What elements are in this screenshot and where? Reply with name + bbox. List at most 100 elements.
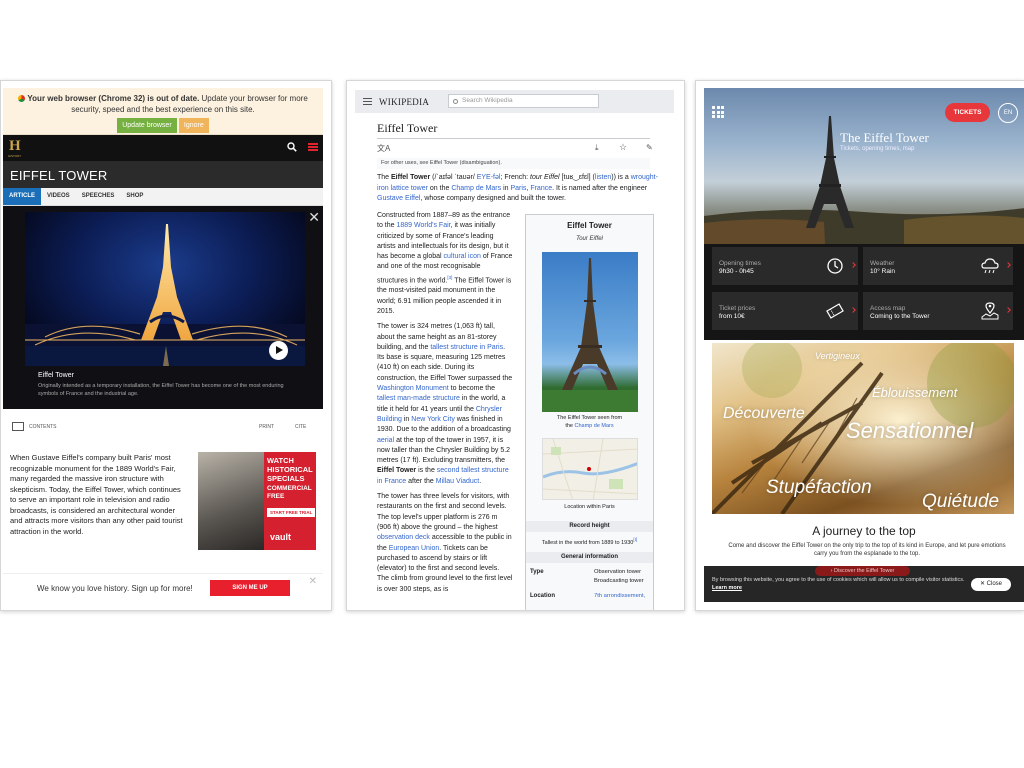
wikipedia-logo[interactable]: WIKIPEDIA xyxy=(379,97,429,107)
close-video-icon[interactable]: ✕ xyxy=(308,210,320,224)
contents-link[interactable]: CONTENTS xyxy=(29,424,57,430)
european-union-link[interactable]: European Union xyxy=(389,545,440,552)
chevron-right-icon xyxy=(850,307,856,313)
history-logo[interactable]: H HISTORY xyxy=(8,138,24,158)
vault-advertisement[interactable]: WATCH HISTORICAL SPECIALS COMMERCIAL FRE… xyxy=(198,452,316,550)
promo-word-decouverte: Découverte xyxy=(723,405,805,422)
ignore-button[interactable]: Ignore xyxy=(178,118,209,133)
tab-videos[interactable]: VIDEOS xyxy=(41,188,76,205)
cookie-text: By browsing this website, you agree to t… xyxy=(712,577,965,591)
watch-star-icon[interactable]: ☆ xyxy=(619,142,627,153)
eiffel-tower-photo[interactable] xyxy=(542,252,638,412)
official-site-panel: TICKETS EN The Eiffel Tower Tickets, ope… xyxy=(695,80,1024,611)
article-tabs: ARTICLE VIDEOS SPEECHES SHOP xyxy=(3,188,323,206)
infobox-value-location[interactable]: 7th arrondissement, xyxy=(594,592,645,601)
infobox-label-location: Location xyxy=(530,593,555,599)
hamburger-menu-icon[interactable] xyxy=(363,98,372,105)
cultural-icon-link[interactable]: cultural icon xyxy=(444,253,481,260)
article-body: When Gustave Eiffel's company built Pari… xyxy=(3,445,323,581)
tab-speeches[interactable]: SPEECHES xyxy=(76,188,121,205)
play-icon[interactable] xyxy=(269,341,288,360)
hero-title: The Eiffel Tower xyxy=(840,130,929,145)
ad-brand: vault xyxy=(270,532,292,542)
discover-button[interactable]: › Discover the Eiffel Tower xyxy=(815,566,910,576)
ad-image xyxy=(198,452,264,550)
sign-me-up-button[interactable]: SIGN ME UP xyxy=(210,580,290,596)
chrome-icon xyxy=(18,95,26,102)
cite-link[interactable]: CITE xyxy=(295,424,306,430)
ad-headline: WATCH HISTORICAL SPECIALS xyxy=(267,456,313,483)
cookie-close-button[interactable]: ✕ Close xyxy=(971,578,1011,591)
print-link[interactable]: PRINT xyxy=(259,424,274,430)
tallest-man-made-link[interactable]: tallest man-made structure xyxy=(377,395,460,402)
hatnote: For other uses, see Eiffel Tower (disamb… xyxy=(377,158,650,169)
newsletter-signup-bar: We know you love history. Sign up for mo… xyxy=(3,573,323,602)
champ-de-mars-caption-link[interactable]: Champ de Mars xyxy=(575,423,614,429)
ad-cta-button[interactable]: START FREE TRIAL xyxy=(267,508,316,517)
cookie-banner: › Discover the Eiffel Tower By browsing … xyxy=(704,566,1024,602)
chevron-right-icon xyxy=(1005,307,1011,313)
infobox-label-type: Type xyxy=(530,569,544,575)
language-selector[interactable]: EN xyxy=(998,103,1018,123)
aerial-link[interactable]: aerial xyxy=(377,437,394,444)
browser-warning-title: Your web browser (Chrome 32) is out of d… xyxy=(27,94,200,103)
promo-word-stupefaction: Stupéfaction xyxy=(766,477,872,498)
photo-caption: The Eiffel Tower seen from the Champ de … xyxy=(556,415,623,429)
millau-viaduct-link[interactable]: Millau Viaduct xyxy=(436,478,479,485)
history-header: H HISTORY xyxy=(3,135,323,161)
weather-card[interactable]: Weather 10° Rain xyxy=(863,247,1013,285)
infobox-title: Eiffel Tower xyxy=(567,221,612,230)
learn-more-link[interactable]: Learn more xyxy=(712,585,742,591)
lead-paragraph: The Eiffel Tower (/ˈaɪfəl ˈtaʊər/ EYE-fə… xyxy=(377,174,658,202)
signup-text: We know you love history. Sign up for mo… xyxy=(37,584,193,593)
access-map-card[interactable]: Access map Coming to the Tower xyxy=(863,292,1013,330)
tallest-structure-paris-link[interactable]: tallest structure in Paris xyxy=(430,344,503,351)
history-logo-letter: H xyxy=(9,138,21,154)
listen-link[interactable]: listen xyxy=(595,174,611,181)
tab-shop[interactable]: SHOP xyxy=(120,188,149,205)
paris-link[interactable]: Paris xyxy=(510,185,526,192)
language-icon[interactable]: 文A xyxy=(377,143,390,154)
close-signup-icon[interactable]: ✕ xyxy=(309,576,317,587)
search-placeholder: Search Wikipedia xyxy=(462,97,513,104)
pronunciation-link[interactable]: EYE-fəl xyxy=(477,174,501,181)
tickets-button[interactable]: TICKETS xyxy=(945,103,990,122)
gustave-eiffel-link[interactable]: Gustave Eiffel xyxy=(377,195,420,202)
champ-de-mars-link[interactable]: Champ de Mars xyxy=(451,185,501,192)
search-icon[interactable] xyxy=(287,142,297,152)
washington-monument-link[interactable]: Washington Monument xyxy=(377,385,449,392)
update-browser-button[interactable]: Update browser xyxy=(117,118,177,133)
hero-subtitle: Tickets, opening times, map xyxy=(840,146,915,152)
observation-deck-link[interactable]: observation deck xyxy=(377,534,430,541)
search-input[interactable]: Search Wikipedia xyxy=(448,94,599,108)
general-information-header: General information xyxy=(526,552,653,563)
paragraph-levels: The tower has three levels for visitors,… xyxy=(377,493,513,593)
ticket-icon xyxy=(826,303,844,319)
book-icon[interactable] xyxy=(12,422,24,431)
ticket-prices-card[interactable]: Ticket prices from 10€ xyxy=(712,292,858,330)
title-divider xyxy=(377,138,650,139)
record-height-text: Tallest in the world from 1889 to 1930[I… xyxy=(541,537,638,546)
promo-word-eblouissement: Éblouissement xyxy=(872,385,958,400)
map-pin-icon xyxy=(981,302,999,320)
opening-times-card[interactable]: Opening times 9h30 - 0h45 xyxy=(712,247,858,285)
apps-grid-icon[interactable] xyxy=(712,106,724,118)
new-york-city-link[interactable]: New York City xyxy=(411,416,455,423)
video-player[interactable]: ✕ Eiffel Tower Originally intended as a … xyxy=(3,206,323,409)
download-icon[interactable]: ⤓ xyxy=(595,143,599,153)
edit-pencil-icon[interactable]: ✎ xyxy=(646,143,653,152)
video-caption-title: Eiffel Tower xyxy=(38,372,74,379)
location-map[interactable] xyxy=(542,438,638,500)
infobox-value-type: Observation tower Broadcasting tower xyxy=(594,569,644,584)
article-body: Constructed from 1887–89 as the entrance… xyxy=(377,211,513,600)
history-page-panel: Your web browser (Chrome 32) is out of d… xyxy=(0,80,332,611)
hamburger-menu-icon[interactable] xyxy=(308,143,318,151)
tab-article[interactable]: ARTICLE xyxy=(3,188,41,205)
article-toolbar: CONTENTS PRINT CITE xyxy=(3,409,323,445)
reference-i[interactable]: [I] xyxy=(633,537,637,542)
paragraph-history: Constructed from 1887–89 as the entrance… xyxy=(377,212,513,315)
hero-banner: TICKETS EN The Eiffel Tower Tickets, ope… xyxy=(704,88,1024,244)
worlds-fair-link[interactable]: 1889 World's Fair xyxy=(396,222,450,229)
promo-word-vertigineux: Vertigineux xyxy=(815,351,860,361)
france-link[interactable]: France xyxy=(530,185,552,192)
